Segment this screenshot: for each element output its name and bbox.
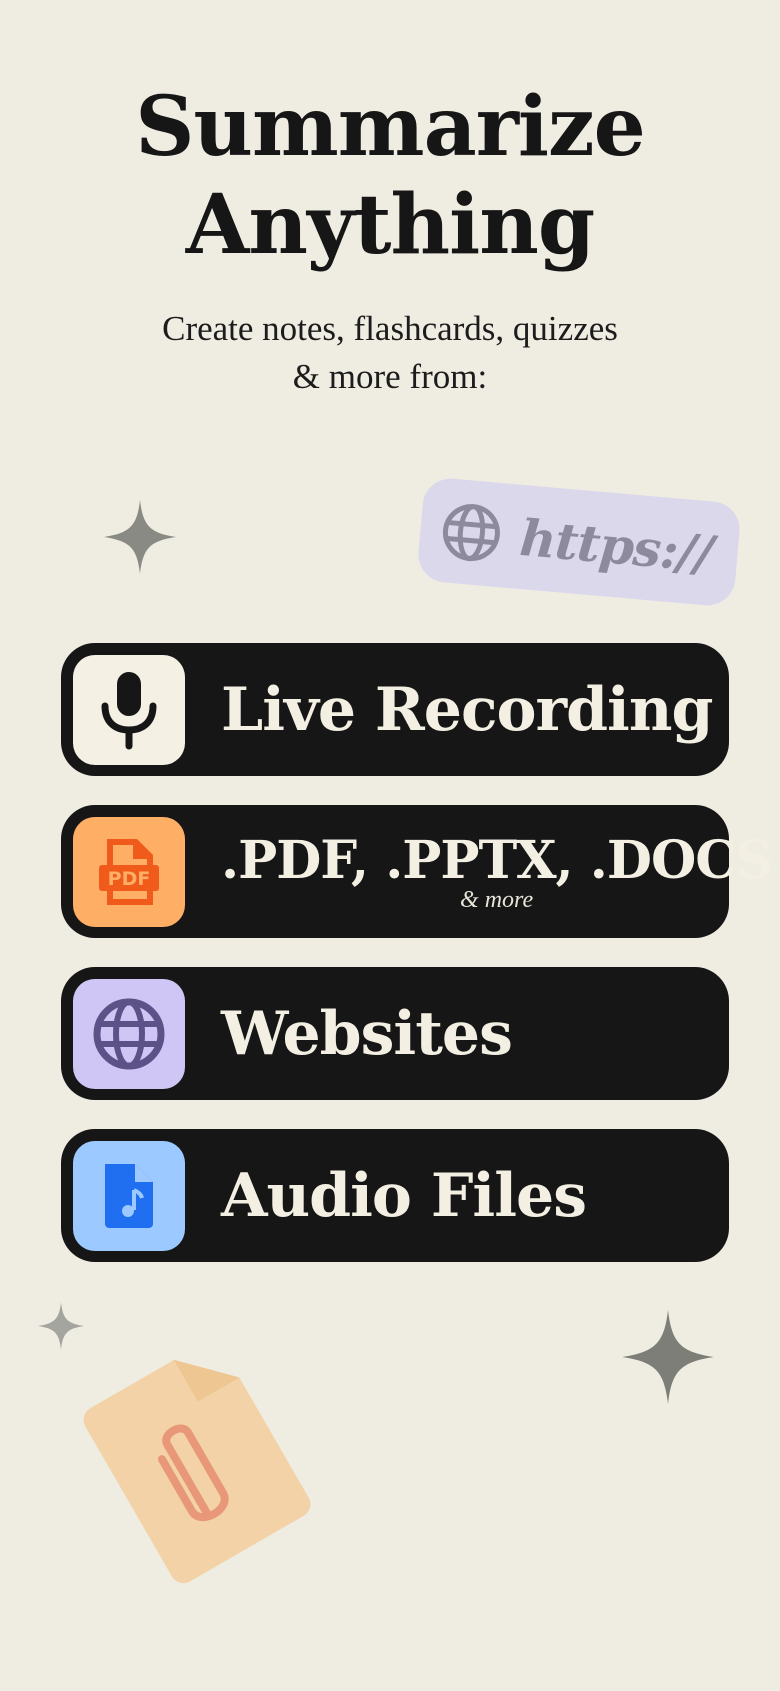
- title-line-2: Anything: [185, 177, 596, 273]
- title-line-1: Summarize: [135, 79, 646, 175]
- label-wrap: .PDF, .PPTX, .DOCS & more: [221, 829, 773, 914]
- source-list: Live Recording PDF .PDF, .PPTX, .DOCS & …: [61, 643, 773, 1291]
- paper-decoration: [79, 1336, 316, 1588]
- microphone-icon: [101, 671, 157, 749]
- audio-file-icon: [105, 1163, 153, 1228]
- icon-box: [73, 978, 185, 1089]
- url-chip-text: https://: [517, 507, 715, 584]
- label-wrap: Live Recording: [221, 674, 713, 745]
- url-chip: https://: [416, 476, 742, 608]
- pdf-file-icon: PDF: [99, 838, 159, 905]
- globe-icon: [93, 998, 165, 1069]
- source-label: Websites: [221, 998, 513, 1069]
- svg-text:PDF: PDF: [108, 868, 151, 890]
- icon-box: [73, 1140, 185, 1251]
- page-subtitle: Create notes, flashcards, quizzes & more…: [0, 305, 780, 401]
- subtitle-line-2: & more from:: [292, 357, 488, 396]
- source-audio-files[interactable]: Audio Files: [61, 1129, 729, 1262]
- sparkle-icon: [622, 1310, 714, 1404]
- source-label: Live Recording: [221, 674, 713, 745]
- source-sublabel: & more: [460, 886, 534, 913]
- sparkle-icon: [104, 500, 176, 574]
- page-title: Summarize Anything: [0, 78, 780, 274]
- source-websites[interactable]: Websites: [61, 967, 729, 1100]
- source-live-recording[interactable]: Live Recording: [61, 643, 729, 776]
- globe-icon: [442, 504, 500, 562]
- sparkle-icon: [38, 1302, 84, 1350]
- subtitle-line-1: Create notes, flashcards, quizzes: [162, 309, 618, 348]
- icon-box: PDF: [73, 816, 185, 927]
- source-documents[interactable]: PDF .PDF, .PPTX, .DOCS & more: [61, 805, 773, 938]
- source-label: Audio Files: [221, 1160, 587, 1231]
- source-label: .PDF, .PPTX, .DOCS: [221, 829, 773, 891]
- icon-box: [73, 654, 185, 765]
- label-wrap: Audio Files: [221, 1160, 587, 1231]
- label-wrap: Websites: [221, 998, 513, 1069]
